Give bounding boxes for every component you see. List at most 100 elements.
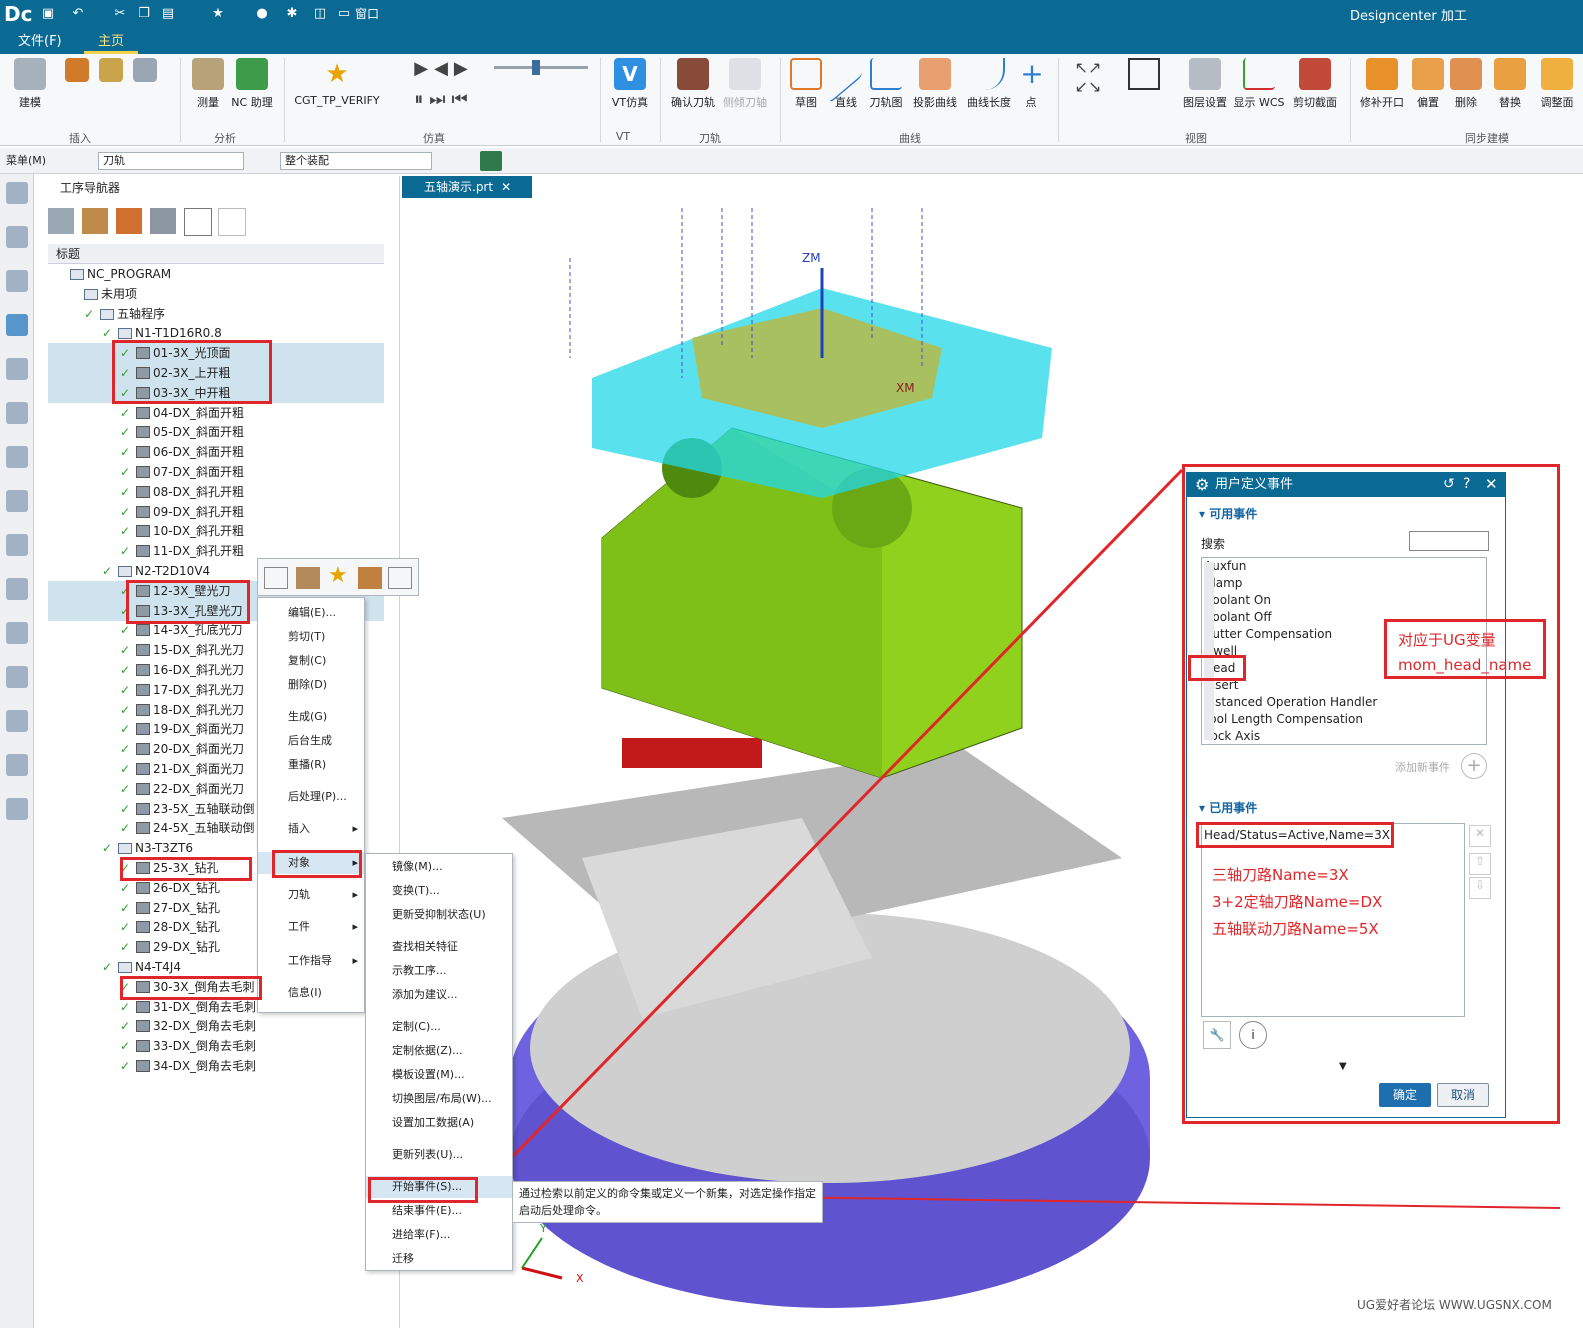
ribbon-button-replace[interactable]: 替换 [1490, 58, 1530, 110]
submenu-item[interactable]: 变换(T)... [366, 880, 512, 902]
submenu-item[interactable]: 模板设置(M)... [366, 1064, 512, 1086]
tree-operation[interactable]: ✓ 05-DX_斜面开粗 [48, 422, 384, 442]
context-menu-item[interactable]: 剪切(T) [258, 626, 364, 648]
ribbon-button-point[interactable]: + 点 [1016, 58, 1046, 110]
ribbon-button-cgt-tp-verify[interactable]: ★ CGT_TP_VERIFY [292, 58, 382, 107]
submenu-item[interactable]: 定制(C)... [366, 1016, 512, 1038]
context-menu-item[interactable]: 重播(R) [258, 754, 364, 776]
tree-operation[interactable]: ✓ 34-DX_倒角去毛刺 [48, 1056, 384, 1076]
tab-home[interactable]: 主页 [84, 32, 139, 54]
tree-root[interactable]: NC_PROGRAM [48, 264, 384, 284]
tab-file[interactable]: 文件(F) [4, 32, 76, 54]
feature-navigator-icon[interactable] [6, 402, 28, 424]
context-menu-item[interactable]: 删除(D) [258, 674, 364, 696]
context-menu-item[interactable]: 生成(G) [258, 706, 364, 728]
ribbon-button-vt-sim[interactable]: V VT仿真 [608, 58, 652, 110]
switch-window-icon[interactable]: ◫ [312, 6, 328, 22]
context-menu-item[interactable]: 插入 ▸ [258, 818, 364, 840]
submenu-item[interactable]: 进给率(F)... [366, 1224, 512, 1246]
ribbon-button-project-curve[interactable]: 投影曲线 [908, 58, 962, 110]
settings-icon[interactable] [6, 182, 28, 204]
verify-icon[interactable] [296, 567, 320, 589]
submenu-item[interactable]: 设置加工数据(A) [366, 1112, 512, 1134]
ribbon-button-curve-length[interactable]: 曲线长度 [962, 58, 1016, 110]
ribbon-button-layer-settings[interactable]: 图层设置 [1180, 58, 1230, 110]
context-menu-item[interactable]: 刀轨 ▸ [258, 884, 364, 906]
context-menu-item[interactable]: 后台生成 [258, 730, 364, 752]
play-icon[interactable]: ▶◀▶ [394, 58, 494, 79]
insert-program-icon[interactable] [62, 58, 92, 86]
ribbon-button-modeling[interactable]: 建模 [8, 58, 52, 110]
machine-tool-navigator-icon[interactable] [6, 358, 28, 380]
history-icon[interactable] [6, 578, 28, 600]
star-icon[interactable]: ★ [328, 563, 348, 588]
tree-operation[interactable]: ✓ 10-DX_斜孔开粗 [48, 521, 384, 541]
save-icon[interactable]: ▣ [40, 6, 56, 22]
menu-button[interactable]: 菜单(M) [6, 152, 46, 168]
insert-geometry-icon[interactable] [130, 58, 160, 86]
create-icon[interactable] [184, 208, 212, 236]
type-filter-select[interactable]: 刀轨 [98, 152, 244, 170]
tree-operation[interactable]: ✓ 06-DX_斜面开粗 [48, 442, 384, 462]
postprocess-icon[interactable] [358, 567, 382, 589]
ribbon-button-tilt-axis[interactable]: 侧倾刀轴 [720, 58, 770, 110]
window-menu[interactable]: 窗口 [355, 5, 379, 22]
close-icon[interactable]: ✕ [501, 180, 511, 194]
submenu-item[interactable]: 定制依据(Z)... [366, 1040, 512, 1062]
submenu-item[interactable]: 迁移 [366, 1248, 512, 1270]
speed-slider[interactable] [494, 60, 588, 75]
machining-icon[interactable] [6, 754, 28, 776]
part-navigator-icon[interactable] [6, 226, 28, 248]
submenu-item[interactable]: 添加为建议... [366, 984, 512, 1006]
fit-view-icon[interactable]: ↖↗ ↙↘ [1066, 58, 1110, 96]
program-order-view-icon[interactable] [48, 208, 74, 234]
context-menu-item[interactable]: 后处理(P)... [258, 786, 364, 808]
ribbon-button-line[interactable]: 直线 [828, 44, 864, 110]
geometry-view-icon[interactable] [116, 208, 142, 234]
globe-icon[interactable] [6, 622, 28, 644]
hd3d-icon[interactable] [6, 490, 28, 512]
replay-icon[interactable] [388, 567, 412, 589]
tree-operation[interactable]: ✓ 33-DX_倒角去毛刺 [48, 1036, 384, 1056]
context-menu-item[interactable]: 复制(C) [258, 650, 364, 672]
submenu-item[interactable]: 查找相关特征 [366, 936, 512, 958]
delete-icon[interactable] [218, 208, 246, 236]
machine-tool-view-icon[interactable] [82, 208, 108, 234]
method-view-icon[interactable] [150, 208, 176, 234]
generate-icon[interactable] [264, 567, 288, 589]
reuse-library-icon[interactable] [6, 446, 28, 468]
context-menu-item[interactable]: 工件 ▸ [258, 916, 364, 938]
ribbon-button-verify-toolpath[interactable]: 确认刀轨 [668, 58, 718, 110]
tree-operation[interactable]: ✓ 32-DX_倒角去毛刺 [48, 1016, 384, 1036]
copy-icon[interactable]: ❐ [136, 6, 152, 22]
context-menu-item[interactable]: 信息(I) [258, 982, 364, 1004]
undo-icon[interactable]: ↶ [70, 6, 86, 22]
window-icon[interactable]: ▭ [336, 6, 352, 22]
insert-tool-icon[interactable] [96, 58, 126, 86]
ribbon-button-sketch[interactable]: 草图 [786, 58, 826, 110]
ribbon-button-patch-opening[interactable]: 修补开口 [1356, 58, 1408, 110]
tree-operation[interactable]: ✓ 07-DX_斜面开粗 [48, 462, 384, 482]
context-menu-item[interactable]: 工作指导 ▸ [258, 950, 364, 972]
column-header[interactable]: 标题 [48, 244, 384, 264]
tree-operation[interactable]: ✓ 09-DX_斜孔开粗 [48, 502, 384, 522]
ribbon-button-nc-assistant[interactable]: NC 助理 [230, 58, 274, 110]
ribbon-button-measure[interactable]: 测量 [188, 58, 228, 110]
tree-program[interactable]: ✓ 五轴程序 [48, 304, 384, 324]
submenu-item[interactable]: 示教工序... [366, 960, 512, 982]
operation-navigator-icon[interactable] [6, 314, 28, 336]
ribbon-button-toolpath-graph[interactable]: 刀轨图 [866, 58, 906, 110]
submenu-item[interactable]: 切换图层/布局(W)... [366, 1088, 512, 1110]
submenu-item[interactable]: 更新列表(U)... [366, 1144, 512, 1166]
pause-icon[interactable]: ⏸⏭⏮ [394, 89, 494, 110]
tree-operation[interactable]: ✓ 04-DX_斜面开粗 [48, 403, 384, 423]
assembly-navigator-icon[interactable] [6, 270, 28, 292]
part-tab[interactable]: 五轴演示.prt ✕ [402, 176, 532, 198]
submenu-item[interactable]: 更新受抑制状态(U) [366, 904, 512, 926]
playback-controls[interactable]: ▶◀▶ ⏸⏭⏮ [394, 58, 494, 110]
paste-icon[interactable]: ▤ [160, 6, 176, 22]
submenu-item[interactable]: 结束事件(E)... [366, 1200, 512, 1222]
clock-icon[interactable] [6, 666, 28, 688]
scope-filter-select[interactable]: 整个装配 [280, 152, 432, 170]
submenu-item[interactable]: 镜像(M)... [366, 856, 512, 878]
